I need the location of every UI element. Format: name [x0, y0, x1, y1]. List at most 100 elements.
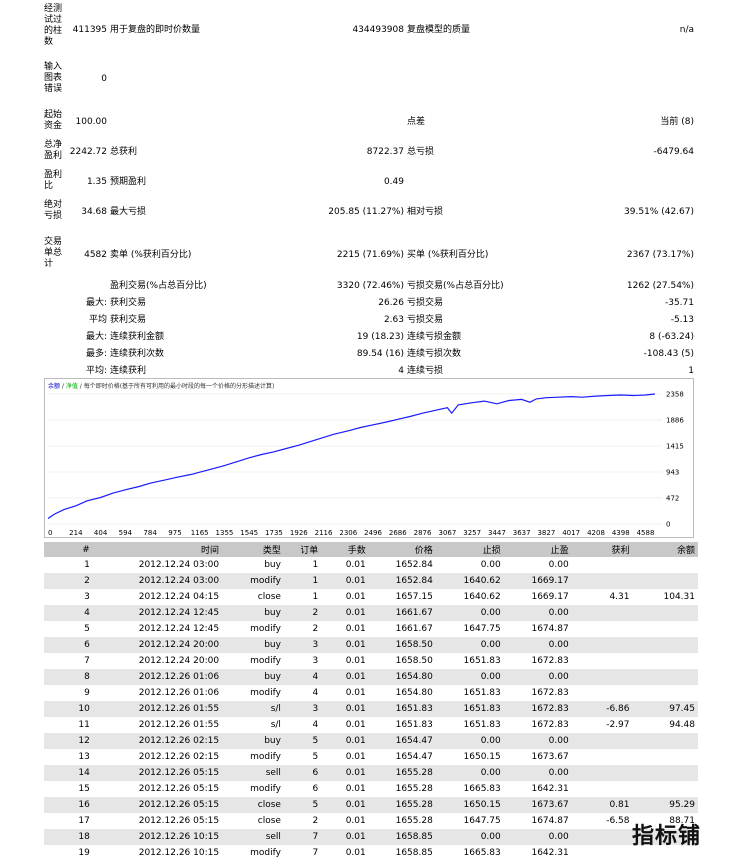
col-time-cell: 2012.12.26 05:15	[92, 765, 223, 781]
col-profit-header: 获利	[571, 542, 633, 557]
profit-factor-label: 盈利比	[44, 170, 63, 191]
col-tp-cell: 1672.83	[531, 688, 569, 698]
y-tick-label: 0	[666, 521, 670, 529]
col-lots-cell: 0.01	[321, 701, 369, 717]
col-price-cell: 1654.80	[395, 688, 433, 698]
col-sl-cell: 0.00	[435, 733, 504, 749]
col-number-cell: 8	[44, 669, 93, 685]
col-number-cell: 13	[78, 752, 90, 762]
deals-table: # 时间 类型 订单 手数 价格 止损 止盈 获利 余额 1 2012.12.24 03:00 buy…	[44, 542, 698, 861]
col-balance-cell	[632, 605, 698, 621]
col-sl-cell: 0.00	[480, 560, 501, 570]
col-tp-cell: 0.00	[503, 765, 572, 781]
y-tick-label: 1886	[666, 417, 684, 425]
net-profit-value: 2242.72	[69, 147, 107, 157]
col-lots-cell: 0.01	[345, 784, 366, 794]
col-price-cell: 1655.28	[368, 797, 436, 813]
col-order-cell: 4	[312, 720, 319, 730]
col-order-header: 订单	[283, 542, 322, 557]
col-price-cell: 1661.67	[395, 624, 433, 634]
col-time-cell: 2012.12.26 10:15	[138, 848, 220, 858]
col-type-cell: buy	[222, 637, 284, 653]
col-lots-cell: 0.01	[321, 605, 369, 621]
col-lots-cell: 0.01	[345, 816, 366, 826]
col-balance-cell	[633, 781, 699, 797]
col-type-cell: modify	[250, 848, 281, 858]
col-lots-cell: 0.01	[345, 624, 366, 634]
col-sl-cell: 1650.15	[435, 797, 504, 813]
profit-trades-value: 3320 (72.46%)	[336, 281, 404, 291]
col-profit-cell	[571, 605, 633, 621]
chart-legend: 余额 / 净值 / 每个即时价格(基于所有可利用的最小时段的每一个价格的分形描述…	[48, 382, 274, 390]
max-drawdown-value: 205.85 (11.27%)	[328, 207, 404, 217]
col-order-cell: 2	[283, 605, 322, 621]
table-row: 8 2012.12.26 01:06 buy 4 0.01 1654.80 0.00 0.00	[44, 669, 698, 685]
col-lots-cell: 0.01	[321, 669, 369, 685]
profit-trades-label: 盈利交易(%占总百分比)	[110, 281, 207, 291]
long-trades-value: 2367 (73.17%)	[626, 250, 694, 260]
col-profit-cell	[572, 845, 633, 861]
table-row: 1 2012.12.24 03:00 buy 1 0.01 1652.84 0.00 0.00	[44, 557, 698, 573]
x-tick-label: 2496	[364, 529, 382, 537]
col-time-cell: 2012.12.26 02:15	[92, 733, 223, 749]
col-number-cell: 7	[84, 656, 90, 666]
abs-drawdown-value: 34.68	[81, 207, 107, 217]
col-price-cell: 1655.28	[368, 765, 436, 781]
watermark: 指标铺	[632, 824, 702, 849]
quality-label: 复盘模型的质量	[407, 25, 471, 35]
col-time-header: 时间	[92, 542, 223, 557]
col-balance-cell: 97.45	[632, 701, 698, 717]
prefix-most: 最多:	[85, 349, 107, 359]
col-order-cell: 6	[312, 784, 319, 794]
col-type-cell: modify	[250, 624, 281, 634]
col-lots-cell: 0.01	[321, 573, 369, 589]
col-type-cell: close	[257, 816, 281, 826]
ticks-label: 用于复盘的即时价数量	[110, 25, 201, 35]
col-sl-cell: 0.00	[435, 637, 504, 653]
x-tick-label: 3257	[463, 529, 481, 537]
col-lots-header: 手数	[321, 542, 369, 557]
col-lots-cell: 0.01	[321, 733, 369, 749]
col-balance-cell	[632, 733, 698, 749]
col-profit-cell	[572, 749, 633, 765]
col-sl-cell: 1651.83	[463, 656, 501, 666]
chart-frame	[44, 378, 694, 538]
short-trades-label: 卖单 (%获利百分比)	[110, 250, 192, 260]
col-profit-cell	[571, 669, 633, 685]
legend-desc: 每个即时价格(基于所有可利用的最小时段的每一个价格的分形描述计算)	[84, 382, 275, 390]
x-tick-label: 594	[119, 529, 133, 537]
bars-label: 经测试过的柱数	[44, 4, 63, 47]
x-tick-label: 3637	[513, 529, 531, 537]
col-profit-cell: -2.97	[606, 720, 630, 730]
avg-cons-win-value: 4	[398, 366, 404, 376]
largest-profit-value: 26.26	[378, 298, 404, 308]
col-tp-cell: 0.00	[548, 560, 569, 570]
col-price-cell: 1658.85	[395, 848, 433, 858]
col-balance-cell: 104.31	[663, 592, 696, 602]
col-sl-header: 止损	[435, 542, 504, 557]
col-balance-header: 余额	[632, 542, 698, 557]
table-row: 19 2012.12.26 10:15 modify 7 0.01 1658.85 1665…	[44, 845, 698, 861]
col-number-cell: 11	[78, 720, 90, 730]
col-price-cell: 1654.47	[395, 752, 433, 762]
col-type-cell: close	[222, 797, 284, 813]
x-tick-label: 2686	[389, 529, 407, 537]
col-type-cell: buy	[222, 605, 284, 621]
table-row: 7 2012.12.24 20:00 modify 3 0.01 1658.50 1651.…	[44, 653, 698, 669]
col-price-cell: 1651.83	[395, 720, 433, 730]
col-profit-cell: 0.81	[571, 797, 633, 813]
col-number-cell: 17	[78, 816, 90, 826]
x-tick-label: 4588	[637, 529, 655, 537]
col-order-cell: 2	[312, 624, 319, 634]
col-type-cell: buy	[222, 733, 284, 749]
total-trades-value: 4582	[84, 250, 107, 260]
cons-loss-count-value: -108.43 (5)	[643, 349, 694, 359]
col-lots-cell: 0.01	[321, 637, 369, 653]
legend-balance: 余额	[48, 382, 60, 390]
col-order-cell: 7	[312, 848, 319, 858]
col-profit-cell	[571, 765, 633, 781]
avg-cons-win-label: 连续获利	[110, 366, 147, 376]
rel-drawdown-label: 相对亏损	[407, 207, 444, 217]
col-type-cell: modify	[250, 784, 281, 794]
x-tick-label: 4017	[562, 529, 580, 537]
